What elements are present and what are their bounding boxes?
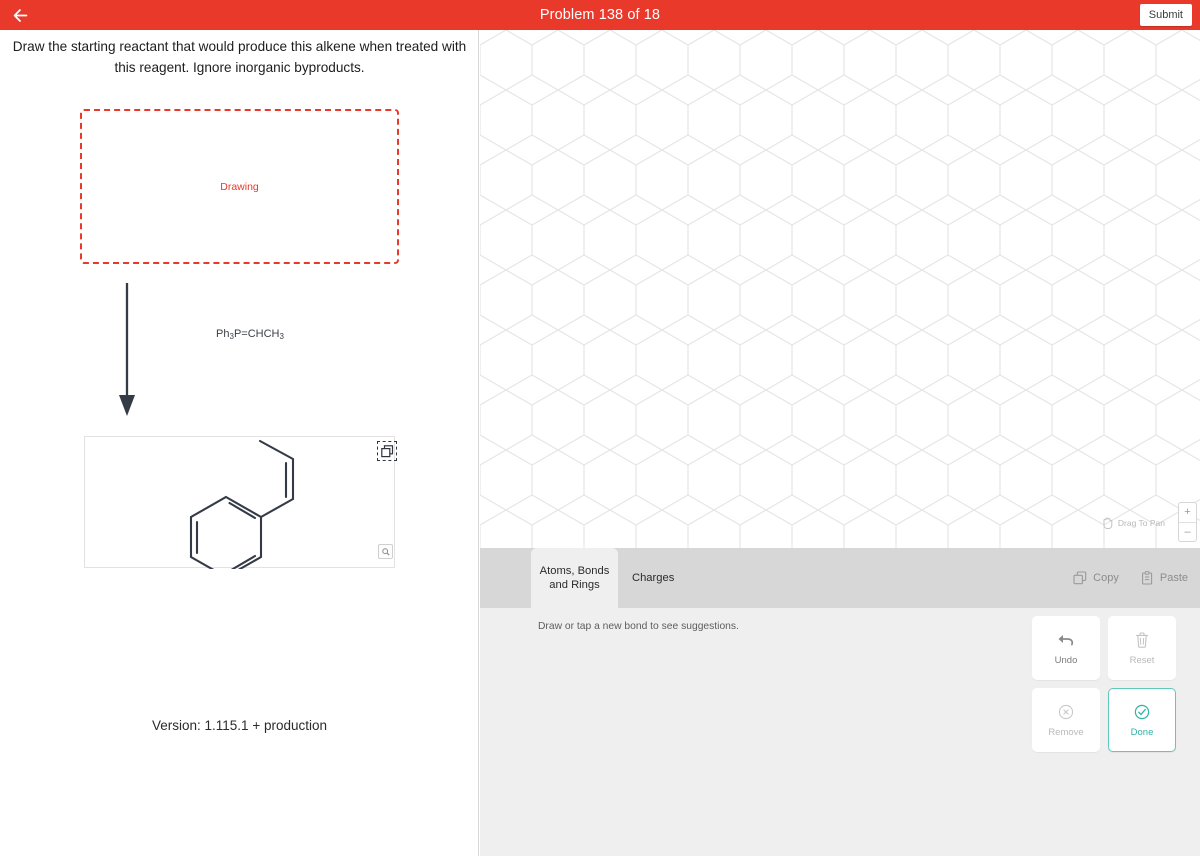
problem-prompt: Draw the starting reactant that would pr… [12,39,467,75]
action-button-grid: Undo Reset Remove Done [1032,616,1176,752]
reaction-arrow [104,283,150,416]
hand-icon [1103,517,1113,529]
molecule-structure [189,439,295,569]
zoom-out-button[interactable]: – [1179,523,1196,542]
reagent-sub-a: 3 [229,332,234,341]
tab-charges[interactable]: Charges [618,548,688,608]
app-header: Problem 138 of 18 Submit [0,0,1200,30]
reagent-sub-b: 3 [279,332,284,341]
remove-button[interactable]: Remove [1032,688,1100,752]
reagent-part-b: P=CHCH [233,328,280,340]
check-circle-icon [1134,703,1150,721]
done-button[interactable]: Done [1108,688,1176,752]
undo-label: Undo [1054,654,1078,666]
hex-grid [480,30,1200,548]
editor-hint: Draw or tap a new bond to see suggestion… [538,621,739,632]
submit-button[interactable]: Submit [1139,4,1192,26]
down-arrow-icon [119,283,135,416]
magnifier-glyph [381,547,390,556]
app-root: Problem 138 of 18 Submit Draw the starti… [0,0,1200,856]
drawing-placeholder-label: Drawing [220,180,259,193]
zoom-controls: + – [1178,502,1197,542]
reset-label: Reset [1129,654,1155,666]
version-label: Version: 1.115.1 + production [152,718,327,733]
page-title: Problem 138 of 18 [539,7,661,23]
paste-label: Paste [1159,572,1188,584]
drawing-canvas[interactable]: Drag To Pan + – [480,30,1200,548]
copy-paste-group: Copy Paste [1073,548,1188,608]
x-circle-icon [1058,703,1074,721]
paste-button[interactable]: Paste [1141,571,1188,585]
undo-arrow-icon [1057,631,1075,649]
pan-hint-label: Drag To Pan [1117,518,1165,528]
undo-button[interactable]: Undo [1032,616,1100,680]
clipboard-icon [1141,571,1153,585]
done-label: Done [1130,726,1154,738]
copy-icon [1073,571,1087,585]
problem-pane: Draw the starting reactant that would pr… [0,30,479,856]
selection-frame [377,441,397,461]
reagent-part-a: Ph [216,328,230,340]
editor-panel: Draw or tap a new bond to see suggestion… [480,608,1200,856]
product-structure-box[interactable] [84,436,397,569]
drag-to-pan-hint[interactable]: Drag To Pan [1102,517,1165,529]
zoom-in-button[interactable]: + [1179,503,1196,523]
editor-toolbar: Atoms, Bonds and Rings Charges Copy Past… [480,548,1200,608]
copy-label: Copy [1093,572,1119,584]
drawing-target-box[interactable]: Drawing [80,109,399,264]
magnifier-icon[interactable] [378,544,393,559]
reagent-formula: Ph3P=CHCH3 [180,328,320,341]
reset-button[interactable]: Reset [1108,616,1176,680]
copy-button[interactable]: Copy [1073,571,1119,585]
tab-atoms-bonds-rings[interactable]: Atoms, Bonds and Rings [531,548,618,608]
toolbar-left-spacer [480,548,531,608]
trash-icon [1135,631,1149,649]
remove-label: Remove [1048,726,1084,738]
duplicate-icon[interactable] [377,441,397,461]
